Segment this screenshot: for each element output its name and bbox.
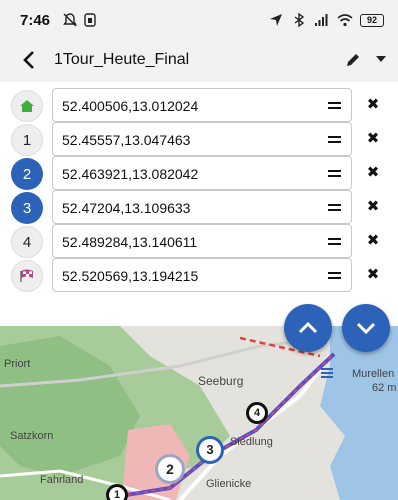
layers-icon[interactable] [320, 366, 334, 380]
move-up-button[interactable] [284, 304, 332, 352]
drag-handle-icon[interactable] [328, 238, 341, 246]
waypoint-input[interactable]: 52.45557,13.047463 [52, 122, 352, 156]
battery-icon: 92 [360, 13, 384, 27]
drag-handle-icon[interactable] [328, 272, 341, 280]
map-label: Satzkorn [10, 430, 54, 442]
map-marker[interactable]: 1 [106, 484, 128, 500]
mute-icon [63, 13, 77, 27]
waypoint-marker: 3 [11, 192, 43, 224]
dropdown-caret-icon[interactable] [374, 54, 388, 64]
status-bar: 7:46 92 [0, 0, 398, 40]
waypoint-input[interactable]: 52.400506,13.012024 [52, 88, 352, 122]
waypoint-row-end: 52.520569,13.194215 ✖ [0, 258, 398, 292]
end-marker [11, 260, 43, 292]
location-arrow-icon [270, 14, 282, 26]
bluetooth-icon [294, 12, 305, 28]
sim-icon [84, 13, 96, 27]
map-label: Fahrland [40, 474, 84, 486]
waypoint-input[interactable]: 52.489284,13.140611 [52, 224, 352, 258]
map-marker[interactable]: 4 [246, 402, 268, 424]
remove-waypoint-button[interactable]: ✖ [364, 96, 382, 114]
checkered-flag-icon [20, 269, 33, 282]
drag-handle-icon[interactable] [328, 102, 341, 110]
start-marker [11, 90, 43, 122]
back-arrow-icon[interactable] [18, 48, 42, 72]
waypoint-row-3: 3 52.47204,13.109633 ✖ [0, 190, 398, 224]
waypoint-marker: 4 [11, 226, 43, 258]
remove-waypoint-button[interactable]: ✖ [364, 232, 382, 250]
waypoint-input[interactable]: 52.463921,13.082042 [52, 156, 352, 190]
waypoint-row-1: 1 52.45557,13.047463 ✖ [0, 122, 398, 156]
map-marker[interactable]: 3 [196, 436, 224, 464]
waypoint-marker: 1 [11, 124, 43, 156]
drag-handle-icon[interactable] [328, 170, 341, 178]
page-title: 1Tour_Heute_Final [54, 51, 190, 68]
map-label: Seeburg [198, 374, 244, 388]
remove-waypoint-button[interactable]: ✖ [364, 130, 382, 148]
wifi-icon [337, 14, 353, 27]
map-view[interactable]: Priort Seeburg Murellen 62 m Satzkorn Si… [0, 326, 398, 500]
waypoint-row-2: 2 52.463921,13.082042 ✖ [0, 156, 398, 190]
remove-waypoint-button[interactable]: ✖ [364, 198, 382, 216]
map-label: Priort [4, 358, 31, 370]
waypoint-marker: 2 [11, 158, 43, 190]
move-down-button[interactable] [342, 304, 390, 352]
home-icon [20, 100, 34, 112]
drag-handle-icon[interactable] [328, 204, 341, 212]
remove-waypoint-button[interactable]: ✖ [364, 266, 382, 284]
map-label: Siedlung [230, 436, 273, 448]
map-marker[interactable]: 2 [155, 454, 185, 484]
app-bar: 1Tour_Heute_Final [0, 40, 398, 82]
map-label: 62 m [372, 382, 397, 394]
waypoint-input[interactable]: 52.47204,13.109633 [52, 190, 352, 224]
remove-waypoint-button[interactable]: ✖ [364, 164, 382, 182]
waypoint-row-start: 52.400506,13.012024 ✖ [0, 88, 398, 122]
waypoint-input[interactable]: 52.520569,13.194215 [52, 258, 352, 292]
chevron-up-icon [298, 321, 318, 334]
drag-handle-icon[interactable] [328, 136, 341, 144]
signal-icon [315, 14, 328, 26]
status-time: 7:46 [20, 12, 51, 29]
map-label: Murellen [352, 368, 395, 380]
waypoint-list: 52.400506,13.012024 ✖ 1 52.45557,13.0474… [0, 82, 398, 326]
map-label: Glienicke [206, 478, 252, 490]
pencil-icon[interactable] [344, 51, 362, 69]
waypoint-row-4: 4 52.489284,13.140611 ✖ [0, 224, 398, 258]
chevron-down-icon [356, 322, 376, 335]
